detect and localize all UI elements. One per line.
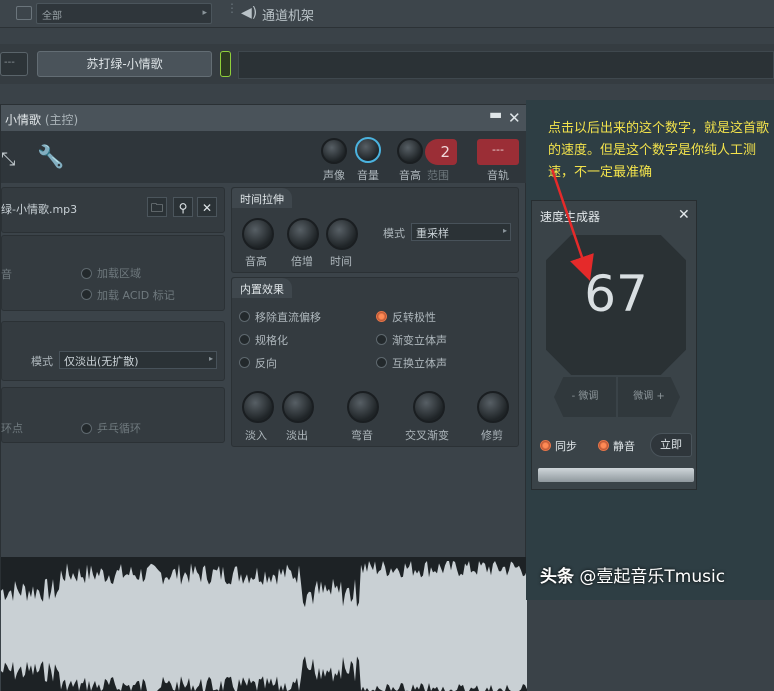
- chevron-right-icon: ▸: [202, 8, 207, 18]
- remove-dc-label: 移除直流偏移: [255, 309, 321, 325]
- stretch-pitch-label: 音高: [245, 253, 267, 269]
- close-icon[interactable]: ✕: [508, 109, 521, 127]
- loop-partial-label: 环点: [1, 420, 23, 436]
- stretch-multiply-label: 倍增: [291, 253, 313, 269]
- swap-stereo-radio[interactable]: [376, 357, 387, 368]
- watermark: 头条 @壹起音乐Tmusic: [540, 562, 725, 587]
- stretch-mode-select[interactable]: 重采样 ▸: [411, 223, 511, 241]
- reverse-radio[interactable]: [239, 357, 250, 368]
- wrench-icon[interactable]: 🔧: [37, 145, 64, 170]
- pitch-range-value[interactable]: 2: [425, 139, 457, 165]
- reverse-polarity-label: 反转极性: [392, 309, 436, 325]
- fade-in-label: 淡入: [245, 427, 267, 443]
- fade-mode-label: 模式: [31, 353, 53, 369]
- mute-radio[interactable]: [598, 440, 609, 451]
- close-icon[interactable]: ✕: [678, 207, 690, 223]
- reverse-polarity-radio[interactable]: [376, 311, 387, 322]
- clear-sample-icon[interactable]: ✕: [197, 197, 217, 217]
- speaker-icon[interactable]: ◀): [241, 5, 257, 21]
- window-title-suffix: (主控): [45, 113, 78, 127]
- pitch-bend-label: 弯音: [351, 427, 373, 443]
- pingpong-label: 乒乓循环: [97, 420, 141, 436]
- channel-target-button[interactable]: ---: [0, 52, 28, 76]
- waveform-display[interactable]: [1, 557, 527, 691]
- pitch-bend-knob[interactable]: [347, 391, 379, 423]
- chevron-right-icon: ▸: [503, 226, 507, 235]
- waveform-graphic: [1, 557, 527, 691]
- trim-label: 修剪: [481, 427, 503, 443]
- track-label: 音轨: [487, 167, 509, 183]
- stretch-pitch-knob[interactable]: [242, 218, 274, 250]
- load-acid-radio[interactable]: [81, 289, 92, 300]
- channel-filter-value: 全部: [42, 11, 62, 22]
- fade-stereo-label: 渐变立体声: [392, 332, 447, 348]
- fade-in-knob[interactable]: [242, 391, 274, 423]
- sampler-window: 小情歌 (主控) ▬ ✕ ⤡ 🔧 声像 音量 音高 2 范围 --- 音轨 绿-…: [0, 104, 526, 600]
- drag-grip-icon[interactable]: ⋮: [226, 5, 230, 21]
- envelope-icon[interactable]: ⤡: [1, 149, 15, 170]
- apply-now-button[interactable]: 立即: [650, 433, 692, 457]
- crossfade-label: 交叉渐变: [405, 427, 449, 443]
- watermark-handle: @壹起音乐Tmusic: [579, 567, 725, 587]
- normalize-label: 规格化: [255, 332, 288, 348]
- normalize-radio[interactable]: [239, 334, 250, 345]
- fine-tune-plus-button[interactable]: 微调 +: [618, 377, 680, 417]
- mute-label: 静音: [613, 438, 635, 454]
- volume-label: 音量: [357, 167, 379, 183]
- remove-dc-radio[interactable]: [239, 311, 250, 322]
- pitch-knob[interactable]: [397, 138, 423, 164]
- fade-out-label: 淡出: [286, 427, 308, 443]
- fade-out-knob[interactable]: [282, 391, 314, 423]
- channel-select-led[interactable]: [220, 51, 231, 77]
- mixer-track-selector[interactable]: ---: [477, 139, 519, 165]
- sample-file-name: 绿-小情歌.mp3: [1, 201, 77, 217]
- time-stretch-header: 时间拉伸: [232, 188, 292, 208]
- watermark-brand: 头条: [540, 567, 574, 587]
- sync-radio[interactable]: [540, 440, 551, 451]
- folder-icon[interactable]: [16, 6, 32, 20]
- fine-tune-minus-button[interactable]: - 微调: [554, 377, 616, 417]
- fade-stereo-radio[interactable]: [376, 334, 387, 345]
- load-acid-label: 加载 ACID 标记: [97, 287, 175, 303]
- channel-rack-title: 通道机架: [262, 5, 314, 24]
- chevron-right-icon: ▸: [209, 354, 213, 363]
- pan-label: 声像: [323, 167, 345, 183]
- stretch-mode-value: 重采样: [416, 227, 449, 240]
- crossfade-knob[interactable]: [413, 391, 445, 423]
- swap-stereo-label: 互换立体声: [392, 355, 447, 371]
- pingpong-radio[interactable]: [81, 423, 92, 434]
- fade-mode-select[interactable]: 仅淡出(无扩散) ▸: [59, 351, 217, 369]
- window-title: 小情歌 (主控): [5, 111, 78, 128]
- precomputed-effects-header: 内置效果: [232, 278, 292, 298]
- load-region-label: 加载区域: [97, 265, 141, 281]
- channel-filter-select[interactable]: 全部 ▸: [36, 3, 212, 24]
- sync-label: 同步: [555, 438, 577, 454]
- window-titlebar[interactable]: [1, 105, 527, 131]
- load-region-radio[interactable]: [81, 268, 92, 279]
- channel-step-area[interactable]: [238, 51, 774, 79]
- stretch-time-knob[interactable]: [326, 218, 358, 250]
- trim-knob[interactable]: [477, 391, 509, 423]
- stretch-multiply-knob[interactable]: [287, 218, 319, 250]
- red-arrow-annotation: [540, 165, 600, 285]
- window-title-name: 小情歌: [5, 113, 41, 127]
- range-label: 范围: [427, 167, 449, 183]
- sample-tool-icon[interactable]: ⚲: [173, 197, 193, 217]
- load-partial-label: 音: [1, 266, 12, 282]
- minimize-icon[interactable]: ▬: [489, 107, 502, 123]
- folder-open-icon[interactable]: 🗀: [147, 197, 167, 217]
- fade-mode-value: 仅淡出(无扩散): [64, 355, 139, 368]
- stretch-mode-label: 模式: [383, 225, 405, 241]
- reverse-label: 反向: [255, 355, 277, 371]
- channel-name-button[interactable]: 苏打绿-小情歌: [37, 51, 212, 77]
- tap-progress-bar: [538, 468, 694, 482]
- stretch-time-label: 时间: [330, 253, 352, 269]
- pan-knob[interactable]: [321, 138, 347, 164]
- volume-knob[interactable]: [355, 137, 381, 163]
- pitch-label: 音高: [399, 167, 421, 183]
